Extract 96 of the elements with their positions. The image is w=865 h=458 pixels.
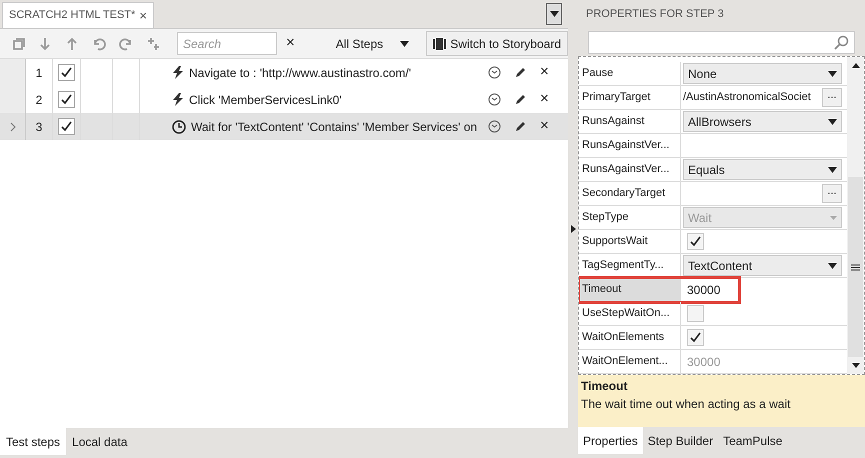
property-row[interactable]: WaitOnElements — [579, 326, 847, 350]
dropdown-arrow-icon — [828, 262, 837, 268]
dropdown-arrow-icon — [400, 40, 410, 46]
property-dropdown[interactable]: AllBrowsers — [683, 111, 842, 132]
step-text: Click 'MemberServicesLink0' — [189, 92, 342, 108]
arrow-down-icon[interactable] — [38, 36, 52, 50]
property-search-field[interactable] — [588, 30, 855, 54]
dropdown-arrow-icon — [828, 166, 837, 172]
search-icon — [834, 34, 849, 50]
expand-icon[interactable] — [488, 66, 501, 79]
property-name: RunsAgainstVer... — [579, 134, 681, 157]
pencil-icon[interactable] — [514, 93, 527, 106]
pencil-icon[interactable] — [514, 66, 527, 79]
grip-icon — [851, 264, 860, 270]
checkbox[interactable] — [687, 329, 704, 346]
description-title: Timeout — [581, 378, 628, 395]
checkbox[interactable] — [58, 118, 75, 135]
delete-icon[interactable]: × — [540, 61, 549, 84]
delete-icon[interactable]: × — [540, 88, 549, 111]
checkbox[interactable] — [687, 233, 704, 250]
property-row[interactable]: RunsAgainstVer... Equals — [579, 158, 847, 182]
property-row[interactable]: SecondaryTarget ... — [579, 182, 847, 206]
dropdown-arrow-icon — [550, 11, 558, 17]
storyboard-icon — [433, 38, 446, 50]
browse-button[interactable]: ... — [822, 184, 842, 203]
panel-tab[interactable]: TeamPulse — [718, 427, 788, 454]
property-name: UseStepWaitOn... — [579, 302, 681, 325]
property-value[interactable]: 30000 — [683, 280, 720, 298]
property-name: StepType — [579, 206, 681, 229]
search-field[interactable]: Search — [177, 32, 277, 55]
lightning-icon — [172, 66, 184, 79]
clock-icon — [172, 120, 186, 134]
property-name: WaitOnElement... — [579, 350, 681, 373]
step-row[interactable]: 1 Navigate to : 'http://www.austinastro.com/' × — [0, 59, 568, 86]
property-row[interactable]: TagSegmentTy... TextContent — [579, 254, 847, 278]
panel-tab[interactable]: Test steps — [0, 428, 66, 455]
expand-icon[interactable] — [488, 120, 501, 133]
property-name: PrimaryTarget — [579, 86, 681, 109]
checkbox[interactable] — [687, 305, 704, 322]
dropdown-arrow-icon — [828, 118, 837, 124]
tab-title: SCRATCH2 HTML TEST* — [9, 8, 136, 24]
property-row[interactable]: Pause None — [579, 62, 847, 86]
document-tab[interactable]: SCRATCH2 HTML TEST* × — [2, 2, 154, 28]
property-dropdown[interactable]: None — [683, 63, 842, 84]
panel-tab[interactable]: Local data — [66, 428, 134, 455]
storyboard-button[interactable]: Switch to Storyboard — [426, 31, 568, 56]
property-row[interactable]: Timeout 30000 — [579, 278, 739, 302]
property-name: RunsAgainst — [579, 110, 681, 133]
description-text: The wait time out when acting as a wait — [581, 396, 792, 413]
property-name: Timeout — [579, 278, 681, 301]
redo-icon[interactable] — [119, 36, 133, 50]
filter-dropdown[interactable]: All Steps — [308, 34, 414, 52]
scroll-thumb[interactable] — [848, 177, 863, 357]
property-name: SupportsWait — [579, 230, 681, 253]
dropdown-arrow-icon — [828, 70, 837, 76]
property-name: Pause — [579, 62, 681, 85]
property-name: SecondaryTarget — [579, 182, 681, 205]
checkbox[interactable] — [58, 64, 75, 81]
current-row-icon — [10, 122, 16, 132]
browse-button[interactable]: ... — [822, 88, 842, 107]
clear-icon[interactable]: × — [286, 32, 295, 55]
arrow-up-icon[interactable] — [65, 36, 79, 50]
close-icon[interactable]: × — [139, 6, 147, 26]
scrollbar[interactable] — [847, 57, 864, 374]
dropdown-button[interactable] — [546, 3, 562, 25]
property-row[interactable]: RunsAgainstVer... — [579, 134, 847, 158]
property-name: WaitOnElements — [579, 326, 681, 349]
step-row[interactable]: 3 Wait for 'TextContent' 'Contains' 'Member Services' on × — [0, 113, 568, 140]
property-row[interactable]: RunsAgainst AllBrowsers — [579, 110, 847, 134]
step-text: Wait for 'TextContent' 'Contains' 'Member Services' on — [191, 118, 478, 136]
property-row[interactable]: SupportsWait — [579, 230, 847, 254]
property-dropdown[interactable]: Equals — [683, 159, 842, 180]
lightning-icon — [172, 93, 184, 106]
dropdown-arrow-icon — [830, 216, 837, 220]
step-text: Navigate to : 'http://www.austinastro.com/' — [189, 64, 412, 82]
panel-tab[interactable]: Step Builder — [642, 427, 718, 454]
scroll-up-icon[interactable] — [852, 63, 860, 68]
move-icon[interactable] — [146, 36, 160, 50]
panel-title: PROPERTIES FOR STEP 3 — [586, 6, 724, 22]
checkbox[interactable] — [58, 91, 75, 108]
step-number: 3 — [26, 113, 53, 140]
scroll-down-icon[interactable] — [852, 363, 860, 368]
expand-icon[interactable] — [488, 93, 501, 106]
undo-icon[interactable] — [92, 36, 106, 50]
property-value: /AustinAstronomicalSociet — [683, 90, 811, 106]
property-row[interactable]: UseStepWaitOn... — [579, 302, 847, 326]
property-name: TagSegmentTy... — [579, 254, 681, 277]
property-dropdown[interactable]: TextContent — [683, 255, 842, 276]
step-number: 1 — [26, 59, 53, 86]
panel-tab[interactable]: Properties — [578, 427, 643, 454]
copy-icon[interactable] — [11, 36, 25, 50]
delete-icon[interactable]: × — [540, 115, 549, 138]
pencil-icon[interactable] — [514, 120, 527, 133]
property-row[interactable]: PrimaryTarget /AustinAstronomicalSociet ... — [579, 86, 847, 110]
property-name: RunsAgainstVer... — [579, 158, 681, 181]
collapse-arrow-icon[interactable] — [570, 225, 576, 233]
